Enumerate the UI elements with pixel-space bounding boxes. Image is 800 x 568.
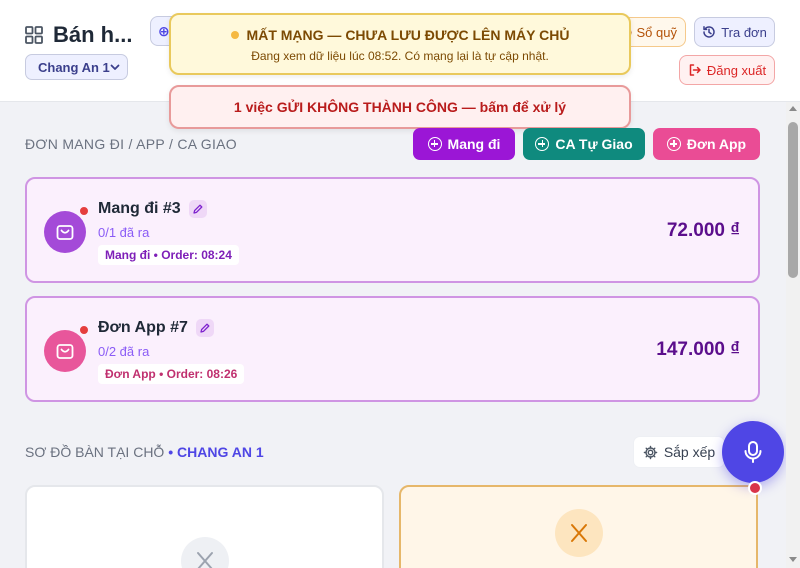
add-mang-di-label: Mang đi <box>447 136 501 152</box>
branch-select[interactable]: Chang An 1 <box>25 54 128 80</box>
tables-section-title: SƠ ĐỒ BÀN TẠI CHỖ • CHANG AN 1 <box>25 444 264 460</box>
plus-circle-icon <box>666 137 681 151</box>
scroll-down-arrow-icon[interactable] <box>789 557 797 562</box>
add-mang-di-button[interactable]: Mang đi <box>413 128 515 160</box>
order-meta: Đơn App • Order: 08:26 <box>98 364 245 384</box>
order-total: 72.000 ₫ <box>666 220 740 241</box>
table-card[interactable] <box>25 485 384 568</box>
shopping-bag-icon <box>44 330 86 372</box>
sort-tables-label: Sắp xếp <box>663 444 716 460</box>
plus-icon: ⊕ <box>158 23 170 39</box>
order-name: Mang đi #3 <box>98 200 207 218</box>
order-meta: Mang đi • Order: 08:24 <box>98 245 239 265</box>
shopping-bag-icon <box>44 211 86 253</box>
tables-section-branch: • CHANG AN 1 <box>168 444 264 460</box>
branch-select-value: Chang An 1 <box>38 60 110 75</box>
utensils-icon <box>180 537 229 568</box>
chevron-down-icon <box>110 64 120 70</box>
send-failed-message: 1 việc GỬI KHÔNG THÀNH CÔNG — bấm để xử … <box>233 99 567 115</box>
tables-section-label: SƠ ĐỒ BÀN TẠI CHỖ <box>25 444 165 460</box>
plus-circle-icon <box>427 137 442 151</box>
gear-icon <box>643 445 658 459</box>
mic-status-dot <box>748 481 762 495</box>
orders-section-title: ĐƠN MANG ĐI / APP / CA GIAO <box>25 136 238 152</box>
so-quy-label: Sổ quỹ <box>636 24 677 40</box>
app-title: Bán h... <box>53 22 133 47</box>
order-progress: 0/2 đã ra <box>98 344 150 359</box>
add-don-app-label: Đơn App <box>686 136 747 152</box>
order-name-text: Mang đi #3 <box>98 200 181 217</box>
logout-button[interactable]: Đăng xuất <box>679 55 775 85</box>
pencil-icon[interactable] <box>188 200 207 218</box>
order-name-text: Đơn App #7 <box>98 319 188 336</box>
add-ca-tu-giao-label: CA Tự Giao <box>555 136 633 152</box>
plus-circle-icon <box>535 137 550 151</box>
offline-toast-title: MẤT MẠNG — CHƯA LƯU ĐƯỢC LÊN MÁY CHỦ <box>246 27 570 43</box>
order-total: 147.000 ₫ <box>656 339 740 360</box>
voice-input-button[interactable] <box>722 421 784 483</box>
order-name: Đơn App #7 <box>98 319 214 337</box>
tra-don-button[interactable]: Tra đơn <box>694 17 775 47</box>
utensils-icon <box>554 509 603 557</box>
add-don-app-button[interactable]: Đơn App <box>653 128 760 160</box>
offline-toast[interactable]: MẤT MẠNG — CHƯA LƯU ĐƯỢC LÊN MÁY CHỦ Đan… <box>169 13 631 75</box>
order-card[interactable]: Đơn App #7 0/2 đã ra Đơn App • Order: 08… <box>25 296 760 402</box>
scroll-up-arrow-icon[interactable] <box>789 106 797 111</box>
sort-tables-button[interactable]: Sắp xếp <box>633 436 725 468</box>
apps-grid-icon[interactable] <box>25 26 43 44</box>
history-icon <box>703 26 715 38</box>
warning-dot-icon <box>230 31 239 39</box>
tra-don-label: Tra đơn <box>721 24 767 40</box>
add-ca-tu-giao-button[interactable]: CA Tự Giao <box>523 128 645 160</box>
offline-toast-message: Đang xem dữ liệu lúc 08:52. Có mạng lại … <box>251 49 549 63</box>
pencil-icon[interactable] <box>195 319 214 337</box>
table-card[interactable] <box>399 485 758 568</box>
logout-label: Đăng xuất <box>706 62 767 78</box>
unsent-indicator-dot <box>78 205 90 217</box>
send-failed-toast[interactable]: 1 việc GỬI KHÔNG THÀNH CÔNG — bấm để xử … <box>169 85 631 129</box>
unsent-indicator-dot <box>78 324 90 336</box>
logout-icon <box>689 64 701 76</box>
order-card[interactable]: Mang đi #3 0/1 đã ra Mang đi • Order: 08… <box>25 177 760 283</box>
scrollbar-thumb[interactable] <box>788 122 798 278</box>
order-progress: 0/1 đã ra <box>98 225 150 240</box>
microphone-icon <box>744 441 762 463</box>
